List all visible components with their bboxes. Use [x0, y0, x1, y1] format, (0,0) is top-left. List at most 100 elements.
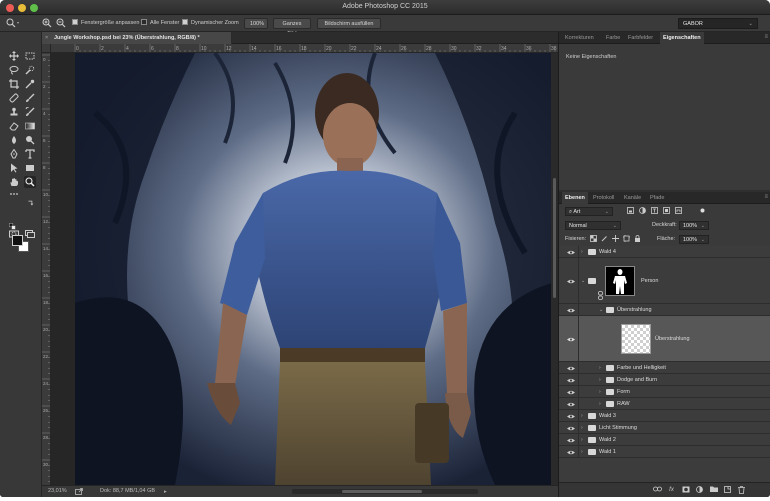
foreground-color-swatch[interactable] — [12, 235, 23, 246]
tab-farbfelder[interactable]: Farbfelder — [625, 32, 656, 44]
close-tab-icon[interactable]: × — [45, 32, 48, 44]
layer-row-raw[interactable]: › RAW — [559, 398, 770, 410]
more-tools-icon[interactable] — [8, 188, 20, 200]
zoom-in-icon[interactable] — [42, 18, 52, 29]
tab-eigenschaften[interactable]: Eigenschaften — [660, 32, 704, 44]
eye-icon[interactable] — [565, 304, 577, 316]
filter-type-icon[interactable] — [651, 207, 658, 216]
eyedropper-tool-icon[interactable] — [24, 78, 36, 90]
layer-row-wald-4[interactable]: › Wald 4 — [559, 246, 770, 258]
layer-row-uberstrahlung-group[interactable]: ⌄ Überstrahlung — [559, 304, 770, 316]
eraser-tool-icon[interactable] — [8, 120, 20, 132]
eye-icon[interactable] — [565, 333, 577, 345]
layer-row-wald-3[interactable]: › Wald 3 — [559, 410, 770, 422]
clone-stamp-tool-icon[interactable] — [8, 106, 20, 118]
eye-icon[interactable] — [565, 398, 577, 410]
filter-adjustment-icon[interactable] — [639, 207, 646, 216]
vertical-scrollbar[interactable] — [551, 53, 558, 485]
new-layer-icon[interactable] — [723, 486, 732, 495]
blend-mode-select[interactable]: Normal ⌄ — [565, 221, 621, 230]
zoom-tool-icon[interactable] — [24, 176, 36, 188]
eye-icon[interactable] — [565, 246, 577, 258]
document-tab[interactable]: × Jungle Workshop.psd bei 23% (Überstrah… — [42, 32, 232, 44]
tab-korrekturen[interactable]: Korrekturen — [562, 32, 597, 44]
lock-pixels-icon[interactable] — [601, 235, 608, 244]
layer-filter-select[interactable]: ⌕ Art ⌄ — [565, 207, 613, 216]
layer-row-person[interactable]: ⌄ Person — [559, 258, 770, 304]
scrubby-zoom-checkbox[interactable]: Dynamischer Zoom — [182, 18, 239, 29]
lock-artboard-icon[interactable] — [623, 235, 630, 244]
lasso-tool-icon[interactable] — [8, 64, 20, 76]
chevron-right-icon[interactable]: › — [581, 410, 587, 422]
scrollbar-thumb[interactable] — [553, 178, 556, 298]
chain-link-icon[interactable] — [598, 276, 604, 300]
filter-smart-object-icon[interactable] — [675, 207, 682, 216]
chevron-down-icon[interactable]: ⌄ — [581, 258, 587, 304]
eye-icon[interactable] — [565, 410, 577, 422]
chevron-right-icon[interactable]: › — [599, 398, 605, 410]
fit-window-checkbox[interactable]: Fenstergröße anpassen — [72, 18, 139, 29]
lock-position-icon[interactable] — [612, 235, 619, 244]
zoom-tool-preset-icon[interactable] — [6, 18, 20, 29]
type-tool-icon[interactable] — [24, 148, 36, 160]
crop-tool-icon[interactable] — [8, 78, 20, 90]
chevron-right-icon[interactable]: › — [599, 362, 605, 374]
layer-row-form[interactable]: › Form — [559, 386, 770, 398]
brush-tool-icon[interactable] — [24, 92, 36, 104]
eye-icon[interactable] — [565, 362, 577, 374]
status-arrow-icon[interactable]: ▸ — [164, 487, 167, 497]
filter-shape-icon[interactable] — [663, 207, 670, 216]
lock-all-icon[interactable] — [634, 235, 641, 244]
link-icon[interactable] — [653, 486, 662, 495]
tab-protokoll[interactable]: Protokoll — [590, 192, 617, 204]
chevron-right-icon[interactable]: › — [581, 446, 587, 458]
move-tool-icon[interactable] — [8, 50, 20, 62]
dodge-tool-icon[interactable] — [24, 134, 36, 146]
fx-icon[interactable]: fx — [667, 486, 676, 495]
fill-screen-button[interactable]: Bildschirm ausfüllen — [317, 18, 381, 29]
tab-ebenen[interactable]: Ebenen — [562, 192, 588, 204]
layer-row-uberstrahlung[interactable]: Überstrahlung — [559, 316, 770, 362]
chevron-right-icon[interactable]: › — [581, 422, 587, 434]
history-brush-tool-icon[interactable] — [24, 106, 36, 118]
trash-icon[interactable] — [737, 486, 746, 495]
eye-icon[interactable] — [565, 275, 577, 287]
tab-pfade[interactable]: Pfade — [647, 192, 667, 204]
lock-transparent-icon[interactable] — [590, 235, 597, 244]
layer-row-dodge-and-burn[interactable]: › Dodge and Burn — [559, 374, 770, 386]
layer-mask-thumbnail[interactable] — [605, 266, 635, 296]
layer-thumbnail[interactable] — [621, 324, 651, 354]
scrollbar-thumb[interactable] — [342, 490, 422, 493]
fill-input[interactable]: 100% ⌄ — [679, 235, 709, 244]
eye-icon[interactable] — [565, 434, 577, 446]
hand-tool-icon[interactable] — [8, 176, 20, 188]
screen-mode-icon[interactable] — [24, 228, 36, 240]
workspace-select[interactable]: GABOR ⌄ — [678, 18, 758, 29]
chevron-right-icon[interactable]: › — [581, 246, 587, 258]
layer-row-wald-2[interactable]: › Wald 2 — [559, 434, 770, 446]
pen-tool-icon[interactable] — [8, 148, 20, 160]
tab-kanaele[interactable]: Kanäle — [621, 192, 644, 204]
eye-icon[interactable] — [565, 386, 577, 398]
fit-screen-button[interactable]: Ganzes Bild — [273, 18, 311, 37]
panel-menu-icon[interactable]: ≡ — [764, 194, 767, 200]
chevron-down-icon[interactable]: ⌄ — [599, 304, 605, 316]
tab-farbe[interactable]: Farbe — [603, 32, 623, 44]
vertical-ruler[interactable]: 0 2 4 6 8 10 12 14 16 18 20 22 24 26 28 30 — [42, 53, 51, 485]
horizontal-ruler[interactable]: 0 2 4 6 8 10 12 14 16 18 20 22 24 26 28 30 32 34 36 38 — [51, 44, 558, 53]
swap-colors-icon[interactable] — [26, 198, 34, 206]
blur-tool-icon[interactable] — [8, 134, 20, 146]
filter-pixel-icon[interactable] — [627, 207, 634, 216]
chevron-right-icon[interactable]: › — [599, 386, 605, 398]
layer-row-farbe-und-helligkeit[interactable]: › Farbe und Helligkeit — [559, 362, 770, 374]
filter-toggle-icon[interactable] — [699, 207, 706, 216]
document-canvas[interactable] — [51, 53, 558, 485]
ruler-origin[interactable] — [42, 44, 51, 53]
gradient-tool-icon[interactable] — [24, 120, 36, 132]
rectangle-tool-icon[interactable] — [24, 162, 36, 174]
group-icon[interactable] — [709, 486, 718, 495]
eye-icon[interactable] — [565, 446, 577, 458]
opacity-input[interactable]: 100% ⌄ — [679, 221, 709, 230]
layer-row-wald-1[interactable]: › Wald 1 — [559, 446, 770, 458]
zoom-100-button[interactable]: 100% — [244, 18, 268, 29]
